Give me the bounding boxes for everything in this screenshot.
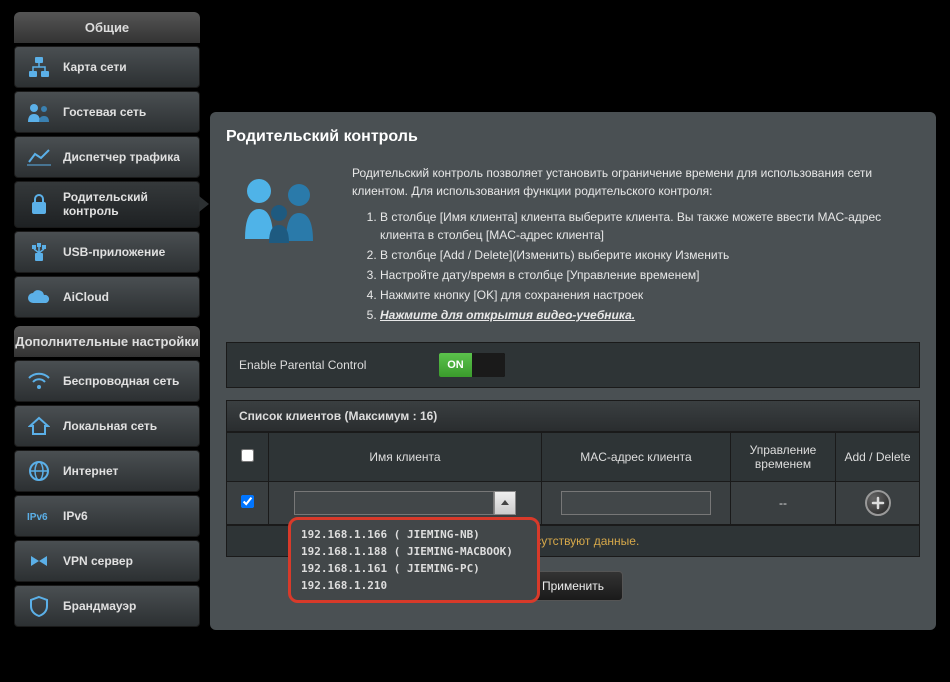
sidebar-item-wireless[interactable]: Беспроводная сеть [14, 360, 200, 402]
add-client-button[interactable] [865, 490, 891, 516]
sidebar-item-wan[interactable]: Интернет [14, 450, 200, 492]
sidebar-header-general: Общие [14, 12, 200, 43]
sidebar-item-usb-app[interactable]: USB-приложение [14, 231, 200, 273]
svg-text:IPv6: IPv6 [27, 512, 48, 523]
sidebar-item-label: Родительский контроль [63, 190, 189, 219]
sidebar-item-label: AiCloud [63, 290, 109, 304]
sidebar-item-label: Интернет [63, 464, 118, 478]
dropdown-option[interactable]: 192.168.1.210 [301, 577, 527, 594]
toggle-on-label: ON [439, 353, 472, 377]
sidebar-item-label: VPN сервер [63, 554, 133, 568]
lock-icon [25, 192, 53, 216]
sidebar-item-parental-control[interactable]: Родительский контроль [14, 181, 200, 228]
traffic-icon [25, 145, 53, 169]
network-map-icon [25, 55, 53, 79]
client-table: Имя клиента MAC-адрес клиента Управление… [226, 432, 920, 525]
sidebar-item-ipv6[interactable]: IPv6 IPv6 [14, 495, 200, 537]
globe-icon [25, 459, 53, 483]
sidebar-item-label: Локальная сеть [63, 419, 157, 433]
col-header-add: Add / Delete [836, 433, 920, 482]
sidebar-item-label: IPv6 [63, 509, 88, 523]
main-content: Родительский контроль Родительский контр… [210, 112, 936, 630]
home-icon [25, 414, 53, 438]
sidebar-item-label: Беспроводная сеть [63, 374, 179, 388]
sidebar-item-lan[interactable]: Локальная сеть [14, 405, 200, 447]
select-all-checkbox[interactable] [241, 449, 254, 462]
intro-step: Нажмите для открытия видео-учебника. [380, 306, 920, 324]
table-row: 192.168.1.166 ( JIEMING-NB) 192.168.1.18… [227, 482, 920, 525]
wifi-icon [25, 369, 53, 393]
enable-toggle[interactable]: ON [439, 353, 505, 377]
vpn-icon [25, 549, 53, 573]
col-header-mac: MAC-адрес клиента [542, 433, 731, 482]
toggle-off-side [472, 353, 505, 377]
intro-step: В столбце [Add / Delete](Изменить) выбер… [380, 246, 920, 264]
family-icon [226, 164, 336, 254]
sidebar-item-firewall[interactable]: Брандмауэр [14, 585, 200, 627]
clients-section-header: Список клиентов (Максимум : 16) [226, 400, 920, 432]
shield-icon [25, 594, 53, 618]
sidebar-item-guest-network[interactable]: Гостевая сеть [14, 91, 200, 133]
dropdown-option[interactable]: 192.168.1.188 ( JIEMING-MACBOOK) [301, 543, 527, 560]
intro-step: Нажмите кнопку [OK] для сохранения настр… [380, 286, 920, 304]
video-tutorial-link[interactable]: Нажмите для открытия видео-учебника. [380, 308, 635, 322]
client-dropdown-button[interactable] [494, 491, 516, 515]
sidebar: Общие Карта сети Гостевая сеть Диспетчер… [14, 12, 200, 630]
col-header-checkbox [227, 433, 269, 482]
page-title: Родительский контроль [226, 128, 920, 146]
col-header-time: Управление временем [731, 433, 836, 482]
usb-icon [25, 240, 53, 264]
intro-step: Настройте дату/время в столбце [Управлен… [380, 266, 920, 284]
sidebar-item-network-map[interactable]: Карта сети [14, 46, 200, 88]
guest-icon [25, 100, 53, 124]
cloud-icon [25, 285, 53, 309]
enable-row: Enable Parental Control ON [226, 342, 920, 388]
dropdown-option[interactable]: 192.168.1.166 ( JIEMING-NB) [301, 526, 527, 543]
sidebar-header-advanced: Дополнительные настройки [14, 326, 200, 357]
col-header-name: Имя клиента [269, 433, 542, 482]
mac-address-input[interactable] [561, 491, 711, 515]
ipv6-icon: IPv6 [25, 504, 53, 528]
sidebar-item-label: Брандмауэр [63, 599, 136, 613]
intro-paragraph: Родительский контроль позволяет установи… [352, 164, 920, 200]
row-checkbox[interactable] [241, 495, 254, 508]
intro-text: Родительский контроль позволяет установи… [352, 164, 920, 326]
time-cell: -- [731, 482, 836, 525]
intro-step: В столбце [Имя клиента] клиента выберите… [380, 208, 920, 244]
client-dropdown-list: 192.168.1.166 ( JIEMING-NB) 192.168.1.18… [288, 517, 540, 603]
sidebar-item-label: Карта сети [63, 60, 127, 74]
sidebar-item-vpn[interactable]: VPN сервер [14, 540, 200, 582]
sidebar-item-label: Диспетчер трафика [63, 150, 180, 164]
dropdown-option[interactable]: 192.168.1.161 ( JIEMING-PC) [301, 560, 527, 577]
sidebar-item-label: USB-приложение [63, 245, 165, 259]
enable-label: Enable Parental Control [239, 358, 439, 372]
sidebar-item-label: Гостевая сеть [63, 105, 146, 119]
sidebar-item-traffic-manager[interactable]: Диспетчер трафика [14, 136, 200, 178]
client-name-input[interactable] [294, 491, 494, 515]
sidebar-item-aicloud[interactable]: AiCloud [14, 276, 200, 318]
